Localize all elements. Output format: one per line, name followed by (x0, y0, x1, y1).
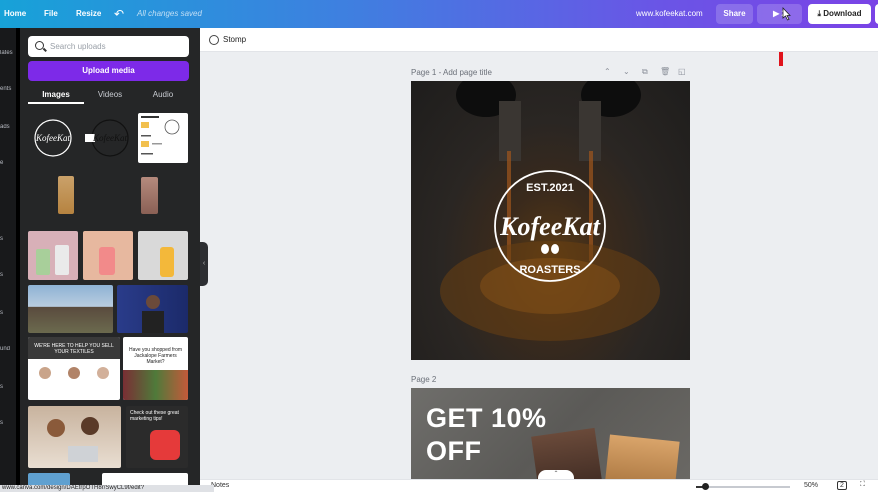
kofeekat-logo: EST.2021 KofeeKat ROASTERS (494, 170, 606, 282)
status-url: www.canva.com/design/DAEtrpOTH8r/SwyCL9f… (0, 485, 214, 492)
download-button[interactable]: ⤓ Download (808, 4, 871, 24)
rail-item-9[interactable]: s (0, 384, 16, 390)
download-icon: ⤓ (817, 9, 822, 18)
resize-button[interactable]: Resize (76, 0, 101, 28)
collapse-panel-handle[interactable]: ‹ (200, 242, 208, 286)
thumb-team-flyer[interactable]: WE'RE HERE TO HELP YOU SELL YOUR TEXTILE… (28, 337, 120, 400)
rail-item-6[interactable]: s (0, 272, 16, 278)
logo-brand-text: KofeeKat (499, 212, 600, 241)
rail-item-10[interactable]: s (0, 420, 16, 426)
chevron-up-icon[interactable]: ⌃ (604, 67, 611, 76)
thumb-bottle-pink[interactable] (83, 231, 133, 280)
zoom-slider[interactable] (696, 483, 790, 490)
page-1-canvas[interactable]: EST.2021 KofeeKat ROASTERS (411, 81, 690, 360)
mouse-cursor-icon (782, 7, 791, 21)
thumb-people-laptop[interactable] (28, 406, 121, 468)
upload-media-button[interactable]: Upload media (28, 61, 189, 81)
animate-stomp-label[interactable]: Stomp (223, 28, 246, 52)
present-button[interactable]: ▶ 2 (757, 4, 802, 24)
uploads-panel: Search uploads Upload media Images Video… (20, 28, 200, 492)
search-icon (35, 41, 44, 50)
delete-page-icon[interactable]: 🗑 (660, 67, 670, 76)
top-toolbar: Home File Resize ↶ All changes saved www… (0, 0, 878, 28)
promo-heading: GET 10% OFF (426, 402, 547, 468)
thumb-logo-dark[interactable]: KofeeKat (83, 114, 134, 160)
rail-item-4[interactable]: e (0, 160, 16, 166)
svg-text:KofeeKat: KofeeKat (92, 133, 127, 143)
thumb-logo-white[interactable]: KofeeKat (28, 114, 79, 160)
thumb-coffee-bag-1[interactable] (58, 176, 74, 214)
thumb-building-photo[interactable] (28, 285, 113, 333)
logo-top-text: EST.2021 (526, 182, 574, 194)
marketing-tips-text: Check out these great marketing tips! (130, 410, 179, 422)
fullscreen-icon[interactable]: ⛶ (860, 481, 865, 489)
rail-templates[interactable]: lates (0, 50, 16, 56)
page-1-label[interactable]: Page 1 - Add page title (411, 68, 492, 77)
zoom-slider-knob[interactable] (702, 483, 710, 490)
chevron-down-icon[interactable]: ⌄ (623, 67, 630, 76)
scroll-up-tab[interactable]: ⌃ (538, 470, 574, 479)
tab-images[interactable]: Images (28, 86, 84, 104)
thumb-business-card[interactable] (138, 113, 188, 163)
thumb-marketing-tips[interactable]: Check out these great marketing tips! (126, 406, 188, 468)
thumb-speaker-photo[interactable] (117, 285, 188, 333)
save-status: All changes saved (137, 9, 202, 18)
rail-uploads[interactable]: ads (0, 124, 16, 130)
thumb-bottles-green[interactable] (28, 231, 78, 280)
search-input[interactable]: Search uploads (28, 36, 189, 57)
rail-item-5[interactable]: s (0, 236, 16, 242)
rail-background[interactable]: und (0, 346, 16, 352)
svg-text:KofeeKat: KofeeKat (35, 133, 70, 143)
stomp-icon (209, 35, 219, 45)
rail-elements[interactable]: ents (0, 86, 16, 92)
promo-line-1: GET 10% (426, 403, 547, 433)
editor-header: Stomp (200, 28, 878, 52)
website-link[interactable]: www.kofeekat.com (636, 0, 703, 28)
page-2-label[interactable]: Page 2 (411, 375, 436, 384)
thumb-bottle-yellow[interactable] (138, 231, 188, 280)
home-button[interactable]: Home (4, 0, 26, 28)
thumb-farmers-market[interactable]: Have you shopped from Jackalope Farmers … (123, 337, 188, 400)
play-icon: ▶ (773, 9, 780, 18)
file-menu[interactable]: File (44, 0, 58, 28)
team-flyer-heading: WE'RE HERE TO HELP YOU SELL YOUR TEXTILE… (28, 337, 120, 359)
thumb-coffee-bag-2[interactable] (141, 177, 158, 214)
search-placeholder: Search uploads (50, 42, 106, 51)
rail-item-7[interactable]: s (0, 310, 16, 316)
left-rail: lates ents ads e s s s und s s (0, 28, 16, 492)
bottom-bar: Notes 50% 2 ⛶ (200, 479, 878, 492)
share-button[interactable]: Share (716, 4, 753, 24)
tab-videos[interactable]: Videos (82, 86, 138, 104)
logo-bottom-text: ROASTERS (519, 264, 580, 276)
farmers-market-text: Have you shopped from Jackalope Farmers … (128, 347, 183, 365)
zoom-level[interactable]: 50% (804, 482, 818, 489)
tab-audio[interactable]: Audio (135, 86, 191, 104)
add-page-icon[interactable]: ◱ (678, 67, 686, 76)
copy-page-icon[interactable]: ⧉ (642, 67, 648, 77)
page-count-button[interactable]: 2 (837, 481, 847, 490)
promo-line-2: OFF (426, 436, 482, 466)
undo-icon[interactable]: ↶ (114, 0, 124, 28)
page-tools: ⌃ ⌄ ⧉ 🗑 ◱ (604, 67, 690, 77)
download-label: Download (823, 9, 862, 18)
